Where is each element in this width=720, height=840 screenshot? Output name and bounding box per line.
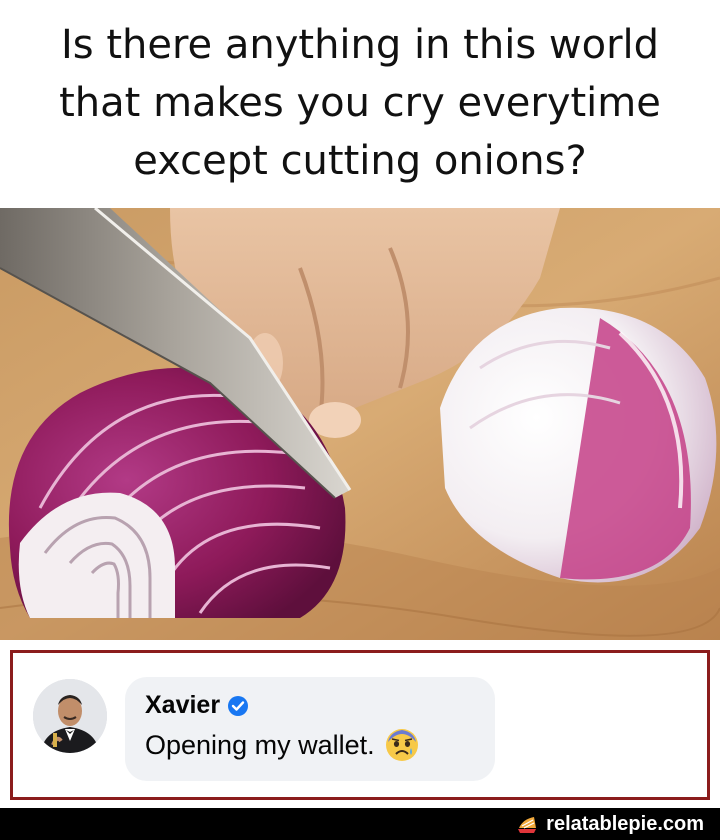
anxious-face-emoji-icon: [385, 729, 418, 761]
onion-photo-illustration: [0, 208, 720, 640]
brand-watermark[interactable]: relatablepie.com: [516, 808, 704, 840]
avatar[interactable]: [33, 679, 107, 753]
avatar-portrait-icon: [33, 679, 107, 753]
meme-caption: Is there anything in this world that mak…: [59, 22, 661, 184]
brand-text: relatablepie.com: [546, 812, 704, 835]
meme-caption-area: Is there anything in this world that mak…: [0, 0, 720, 206]
comment-card: Xavier Opening my wallet.: [10, 650, 710, 800]
comment-bubble: Xavier Opening my wallet.: [125, 677, 495, 781]
watermark-bar: relatablepie.com: [0, 808, 720, 840]
onion-cutting-photo: [0, 208, 720, 640]
commenter-name[interactable]: Xavier: [145, 691, 220, 720]
verified-badge-icon: [228, 695, 249, 716]
comment-text: Opening my wallet.: [145, 729, 375, 760]
pie-logo-icon: [518, 817, 537, 833]
